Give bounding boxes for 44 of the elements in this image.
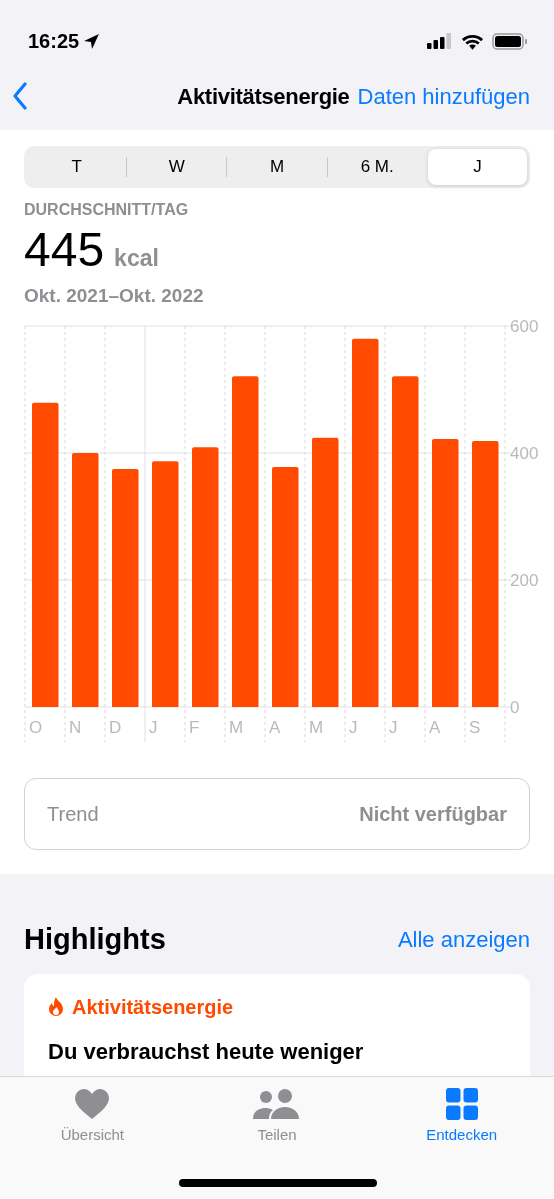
axis-tick-label: F — [189, 718, 200, 737]
axis-tick-label: D — [109, 718, 122, 737]
axis-tick-label: M — [229, 718, 244, 737]
screen-title: Aktivitätsenergie — [177, 82, 350, 111]
signal-icon — [427, 33, 453, 49]
summary-value: 445 — [24, 226, 105, 274]
heart-icon — [74, 1088, 111, 1120]
summary-label: DURCHSCHNITT/TAG — [24, 200, 190, 220]
flame-icon — [48, 996, 64, 1017]
axis-tick-label: 400 — [510, 444, 539, 463]
section-title: Highlights — [24, 922, 166, 957]
wifi-icon — [461, 32, 484, 50]
unit-label: kcal — [114, 244, 159, 273]
add-data-link[interactable]: Daten hinzufügen — [357, 79, 530, 113]
trend-value: Nicht verfügbar — [359, 802, 507, 827]
axis-tick-label: A — [269, 718, 281, 737]
axis-tick-label: S — [469, 718, 481, 737]
axis-tick-label: J — [349, 718, 358, 737]
highlight-category: Aktivitätsenergie — [72, 994, 234, 1020]
highlight-text: Du verbrauchst heute weniger — [48, 1037, 365, 1066]
axis-tick-label: M — [309, 718, 324, 737]
battery-icon — [492, 32, 528, 50]
tab-bar-item[interactable]: Entdecken — [369, 1087, 554, 1157]
date-range: Okt. 2021–Okt. 2022 — [24, 283, 205, 308]
axis-tick-label: A — [429, 718, 441, 737]
axis-tick-label: 600 — [510, 317, 539, 336]
location-arrow-icon — [83, 32, 101, 50]
axis-tick-label: 200 — [510, 571, 539, 590]
grid-icon — [445, 1088, 478, 1120]
period-tab[interactable]: J — [427, 149, 527, 185]
people-icon — [253, 1088, 301, 1120]
period-tab[interactable]: 6 M. — [327, 149, 427, 185]
trend-label: Trend — [47, 802, 99, 827]
axis-tick-label: N — [69, 718, 82, 737]
period-tab[interactable]: W — [127, 149, 227, 185]
show-all-link[interactable]: Alle anzeigen — [397, 923, 530, 957]
axis-tick-label: J — [149, 718, 158, 737]
period-tab[interactable]: M — [227, 149, 327, 185]
back-button[interactable] — [12, 82, 28, 110]
clock-time: 16:25 — [28, 29, 80, 54]
period-tab[interactable]: T — [27, 149, 127, 185]
axis-tick-label: O — [29, 718, 43, 737]
axis-tick-label: J — [389, 718, 398, 737]
axis-tick-label: 0 — [510, 698, 520, 717]
